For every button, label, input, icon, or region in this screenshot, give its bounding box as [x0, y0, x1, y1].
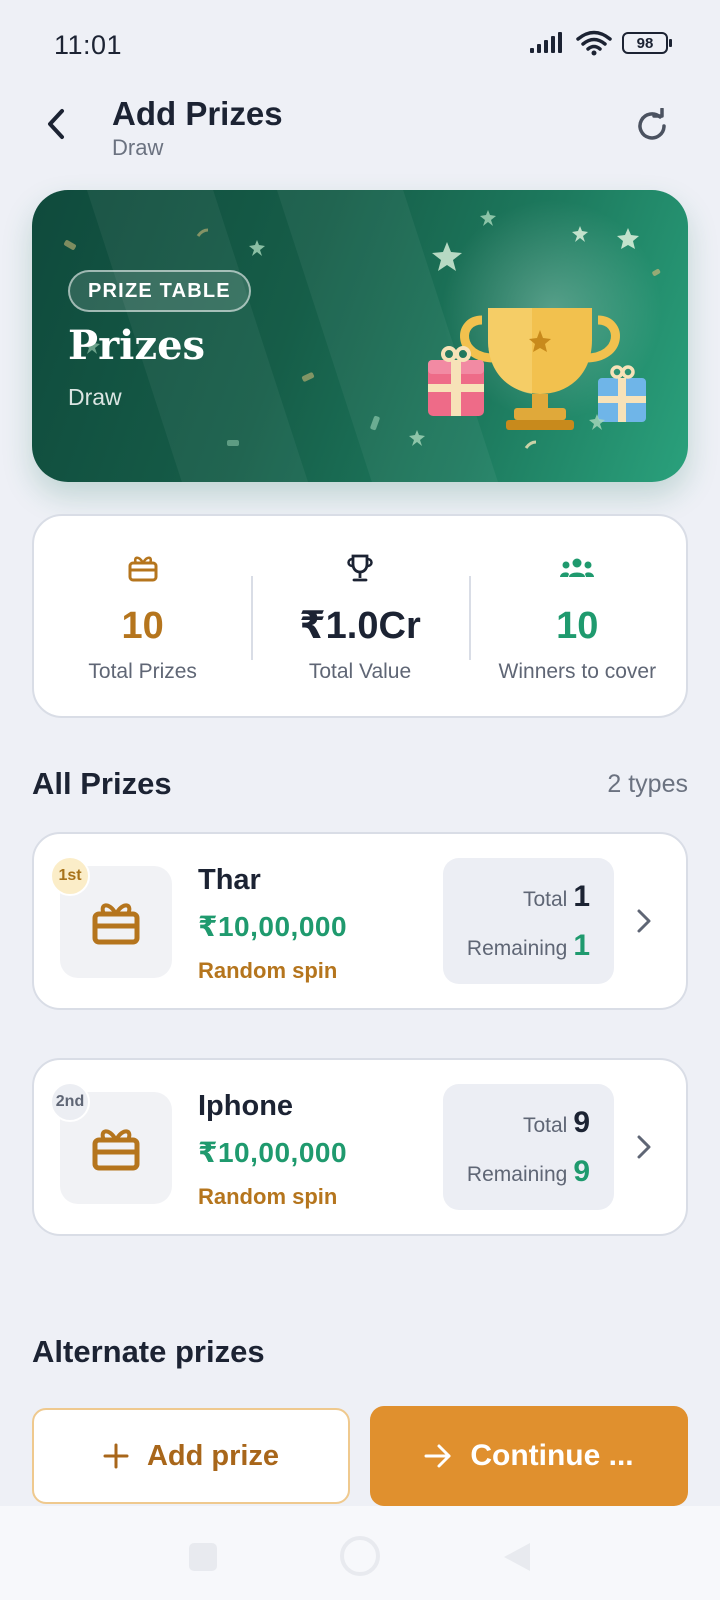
- total-value-label: Total Value: [308, 660, 412, 683]
- page-subtitle: Draw: [112, 135, 164, 160]
- trophy-icon: [345, 552, 375, 584]
- total-count: 1: [573, 879, 590, 913]
- refresh-button[interactable]: [632, 106, 672, 146]
- stat-total-prizes: 10 Total Prizes: [34, 516, 251, 716]
- winners-value: 10: [556, 605, 599, 647]
- square-icon: [189, 1543, 217, 1571]
- continue-button[interactable]: Continue ...: [370, 1406, 688, 1506]
- app-bar: Add Prizes Draw: [0, 88, 720, 168]
- remaining-label: Remaining: [466, 936, 568, 960]
- remaining-count: 1: [573, 928, 590, 962]
- winners-label: Winners to cover: [498, 660, 657, 683]
- all-prizes-header: All Prizes 2 types: [32, 766, 688, 802]
- gift-icon: [92, 903, 140, 945]
- prize-counts: Total 1 Remaining 1: [442, 858, 614, 984]
- total-row: Total 9: [523, 1106, 590, 1140]
- wifi-icon: [576, 30, 612, 56]
- prize-table-badge: PRIZE TABLE: [68, 270, 251, 312]
- chevron-left-icon: [48, 109, 64, 139]
- stat-winners: 10 Winners to cover: [468, 516, 686, 716]
- total-value-value: ₹1.0Cr: [299, 605, 421, 647]
- status-bar: 11:01 98: [0, 0, 720, 90]
- add-prize-button[interactable]: Add prize: [32, 1408, 350, 1504]
- prize-draw-mode: Random spin: [198, 1184, 338, 1209]
- triangle-back-icon: [504, 1543, 530, 1571]
- prize-name: Thar: [198, 864, 261, 896]
- total-prizes-label: Total Prizes: [88, 660, 197, 683]
- gift-icon: [92, 1129, 140, 1171]
- banner-stripe: [273, 190, 511, 482]
- total-label: Total: [522, 1113, 568, 1137]
- prize-name: Iphone: [198, 1090, 294, 1122]
- prize-card[interactable]: 1st Thar ₹10,00,000 Random spin Total 1 …: [32, 832, 688, 1010]
- prize-card[interactable]: 2nd Iphone ₹10,00,000 Random spin Total …: [32, 1058, 688, 1236]
- banner-subtitle: Draw: [68, 384, 122, 410]
- total-count: 9: [573, 1105, 590, 1139]
- prize-type-count: 2 types: [607, 769, 688, 798]
- chevron-right-icon: [632, 1132, 656, 1162]
- back-button[interactable]: [36, 104, 76, 144]
- signal-icon: [530, 32, 562, 53]
- back-nav-button[interactable]: [500, 1540, 534, 1574]
- add-prize-label: Add prize: [146, 1439, 280, 1472]
- remaining-label: Remaining: [466, 1162, 568, 1186]
- banner-title: Prizes: [68, 322, 206, 369]
- gift-icon: [127, 552, 159, 584]
- rank-badge: 1st: [50, 856, 90, 896]
- section-title: All Prizes: [32, 766, 172, 801]
- total-prizes-value: 10: [121, 605, 164, 647]
- plus-icon: [103, 1443, 129, 1469]
- continue-label: Continue ...: [470, 1439, 634, 1472]
- battery-indicator: 98: [622, 32, 672, 54]
- stat-total-value: ₹1.0Cr Total Value: [251, 516, 468, 716]
- total-label: Total: [522, 887, 568, 911]
- status-icons: 98: [530, 30, 672, 56]
- remaining-count: 9: [573, 1154, 590, 1188]
- circle-icon: [340, 1536, 380, 1576]
- arrow-right-icon: [424, 1444, 451, 1468]
- chevron-right-icon: [632, 906, 656, 936]
- recents-button[interactable]: [186, 1540, 220, 1574]
- remaining-row: Remaining 9: [467, 1155, 590, 1189]
- title-block: Add Prizes Draw: [112, 94, 283, 162]
- refresh-icon: [638, 108, 666, 140]
- status-time: 11:01: [54, 30, 123, 60]
- prize-counts: Total 9 Remaining 9: [442, 1084, 614, 1210]
- battery-level: 98: [636, 34, 654, 52]
- prize-summary-card: 10 Total Prizes ₹1.0Cr Total Value 10 Wi…: [32, 514, 688, 718]
- users-icon: [558, 552, 596, 584]
- total-row: Total 1: [523, 880, 590, 914]
- system-nav-bar: [0, 1506, 720, 1600]
- prize-value: ₹10,00,000: [198, 1137, 348, 1168]
- prize-draw-mode: Random spin: [198, 958, 338, 983]
- alternate-prizes-title: Alternate prizes: [32, 1334, 265, 1369]
- page-title: Add Prizes: [112, 95, 283, 132]
- home-button[interactable]: [338, 1534, 382, 1578]
- rank-badge: 2nd: [50, 1082, 90, 1122]
- prize-table-banner: PRIZE TABLE Prizes Draw: [32, 190, 688, 482]
- remaining-row: Remaining 1: [467, 929, 590, 963]
- prize-value: ₹10,00,000: [198, 911, 348, 942]
